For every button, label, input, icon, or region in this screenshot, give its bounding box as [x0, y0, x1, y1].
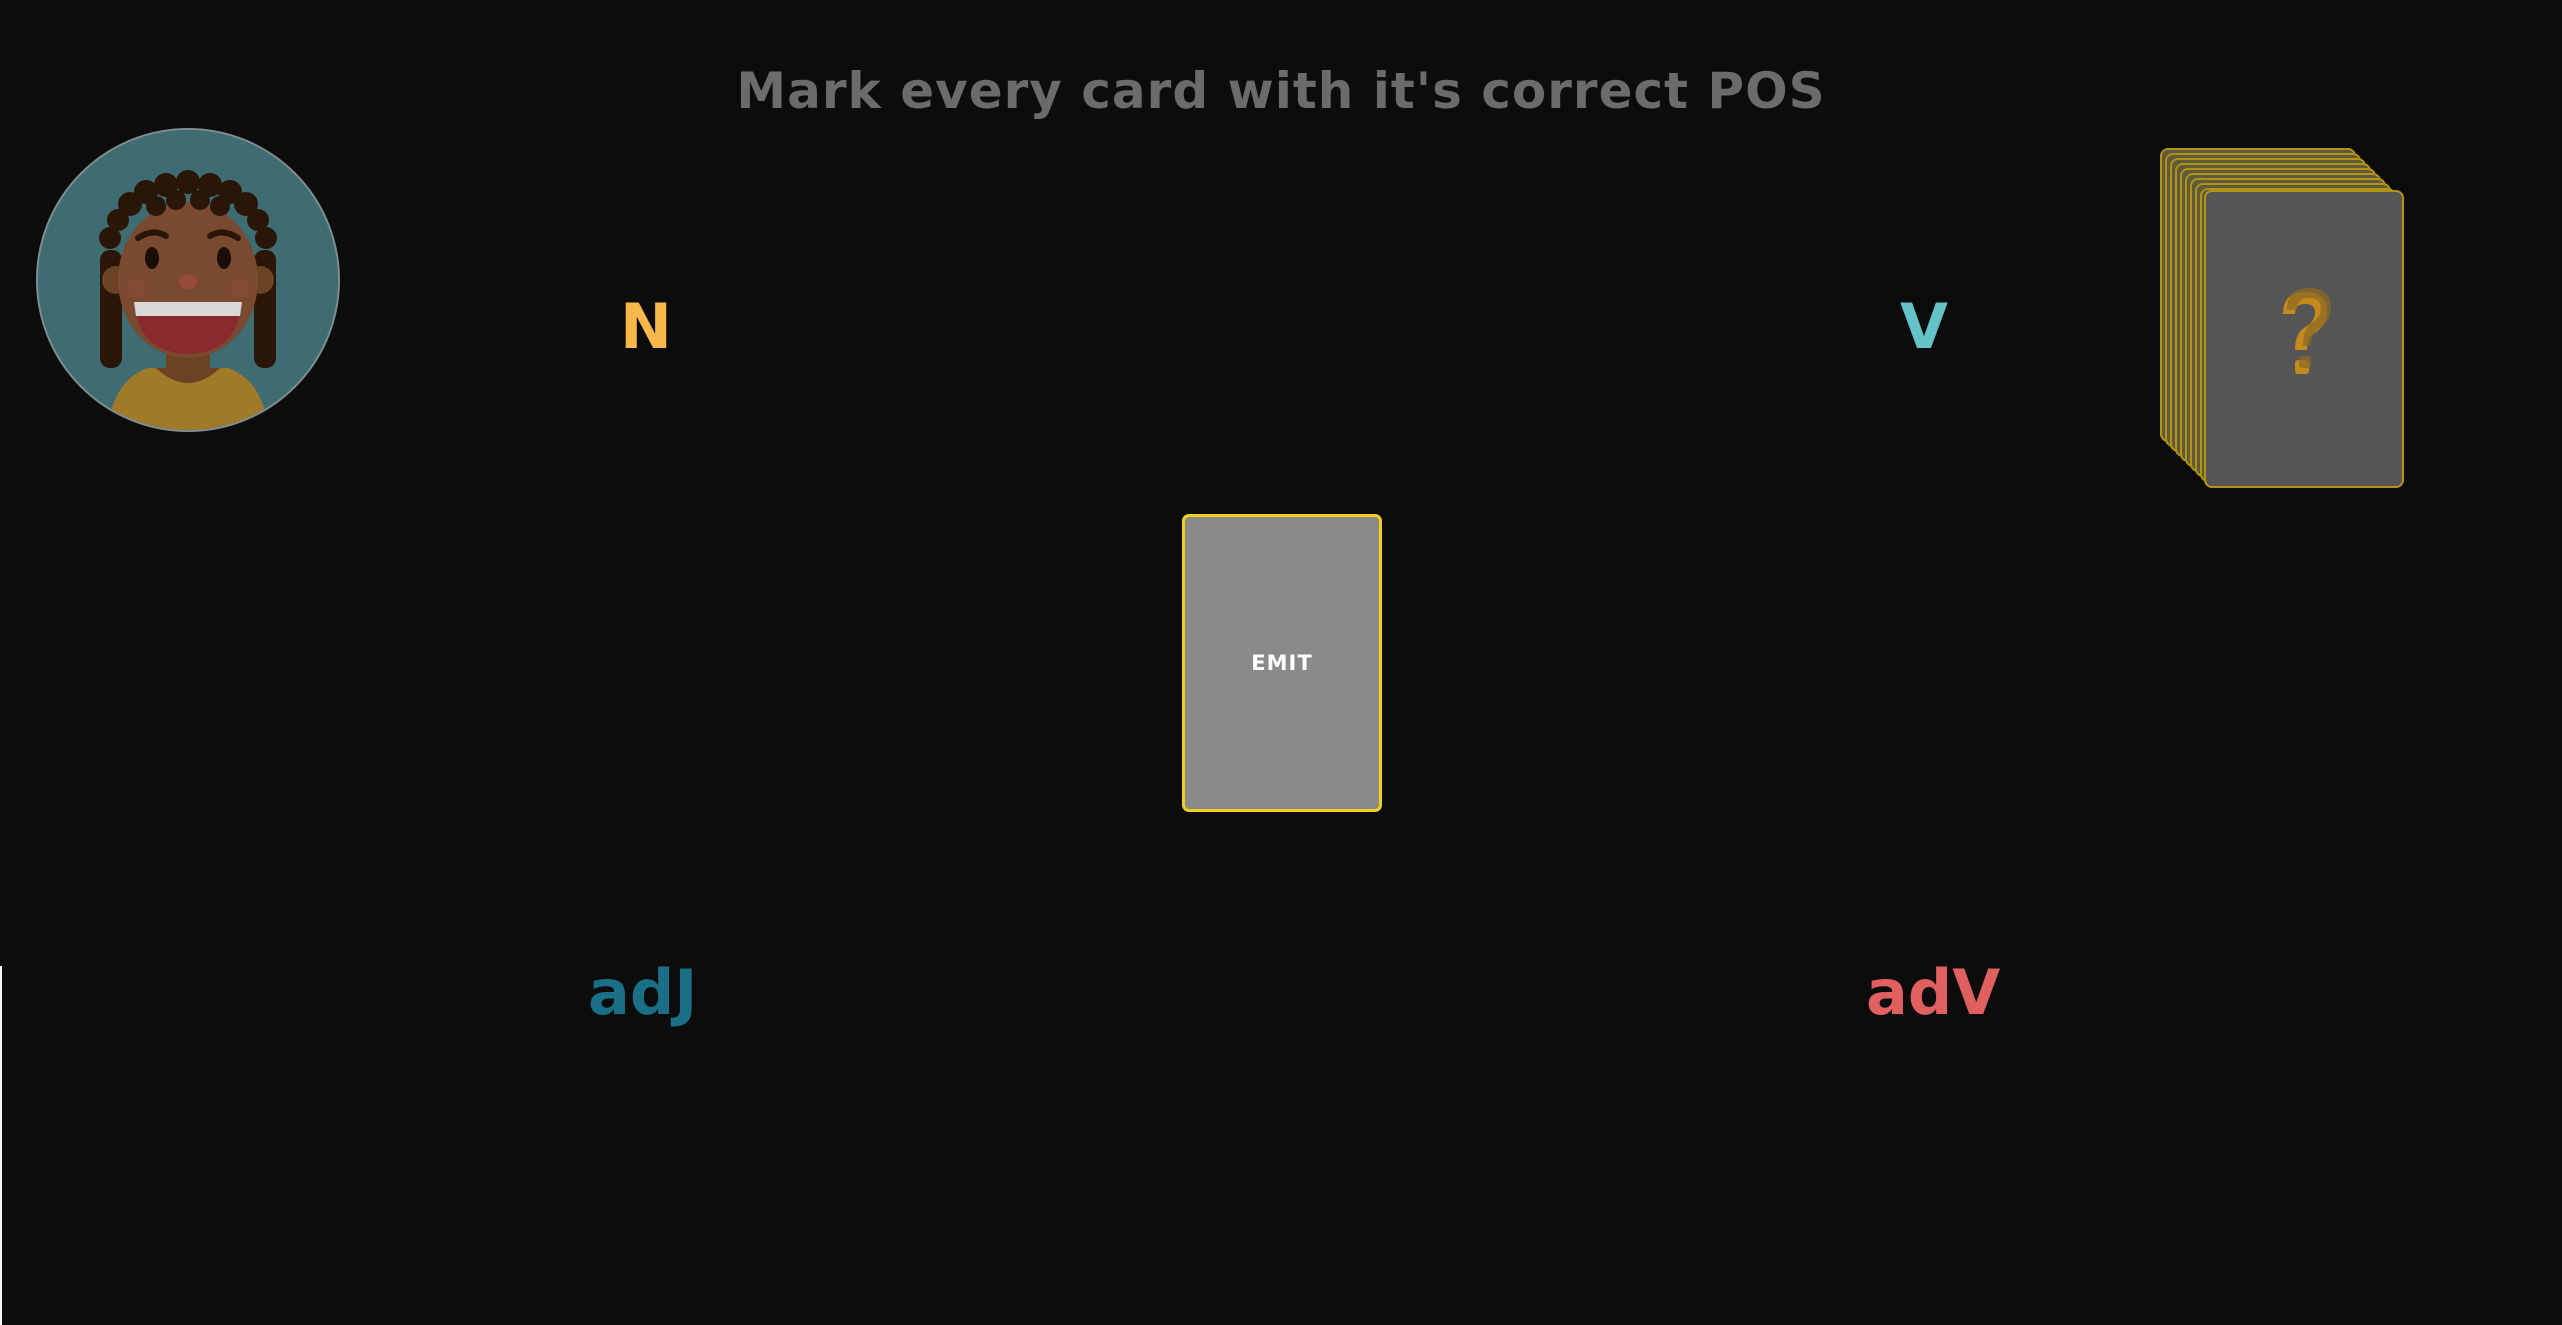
left-edge-divider — [0, 966, 2, 1325]
deck-top-card — [2204, 190, 2404, 488]
pos-target-noun[interactable]: N — [620, 296, 672, 358]
question-mark-icon — [2283, 288, 2331, 374]
pos-target-verb[interactable]: V — [1900, 296, 1948, 358]
current-word-card[interactable]: EMIT — [1182, 514, 1382, 812]
pos-target-adverb[interactable]: adV — [1866, 962, 2000, 1024]
card-deck[interactable] — [2160, 148, 2404, 490]
player-avatar — [36, 128, 340, 432]
pos-target-adjective[interactable]: adJ — [588, 962, 697, 1024]
instruction-title: Mark every card with it's correct POS — [736, 62, 1826, 120]
card-word: EMIT — [1251, 651, 1313, 675]
smiling-girl-avatar-icon — [38, 130, 338, 430]
